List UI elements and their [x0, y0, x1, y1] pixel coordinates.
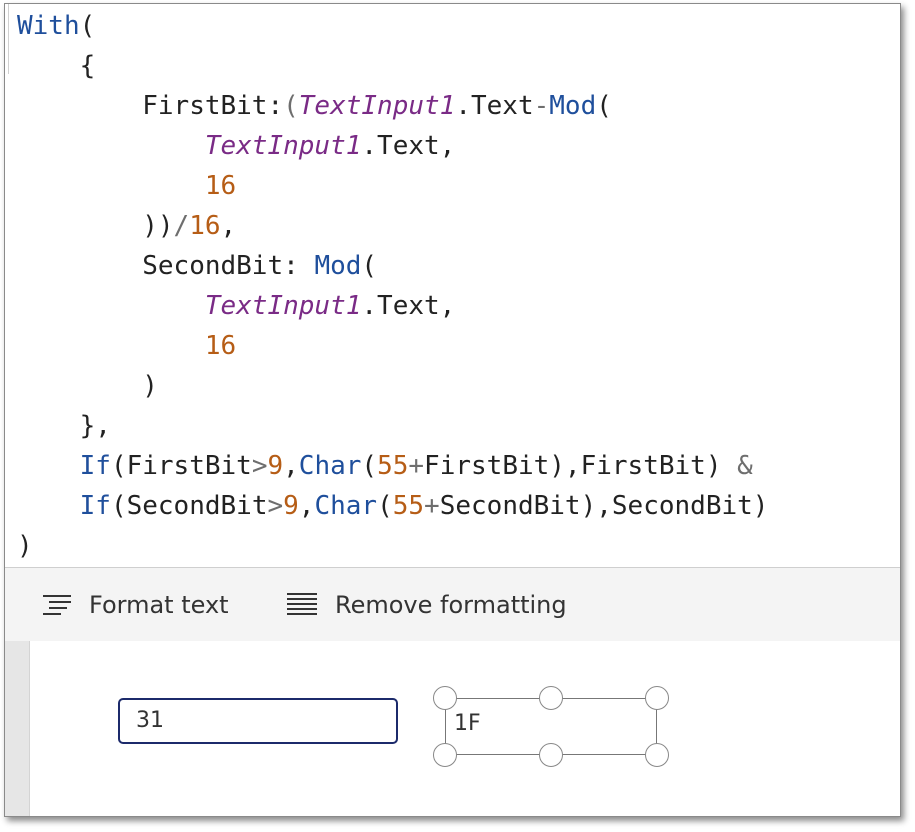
code-token: 16 [189, 211, 221, 241]
code-token: FirstBit [424, 451, 550, 481]
code-token: { [79, 51, 96, 81]
code-token: TextInput1 [298, 91, 456, 121]
remove-formatting-button[interactable]: Remove formatting [285, 586, 567, 624]
code-line-1: With( [17, 6, 900, 46]
code-token: FirstBit [142, 91, 268, 121]
code-token: SecondBit [142, 251, 284, 281]
code-line-13: If(SecondBit>9,Char(55+SecondBit),Second… [79, 491, 769, 521]
code-token: SecondBit [439, 491, 581, 521]
canvas-gutter [5, 641, 30, 816]
scrollbar-stub[interactable] [5, 4, 9, 74]
code-token: If [79, 491, 111, 521]
app-window: With( { FirstBit:(TextInput1.Text-Mod( T… [4, 3, 901, 817]
format-text-button[interactable]: Format text [41, 586, 229, 624]
format-text-label: Format text [89, 591, 229, 619]
code-token: 16 [204, 171, 237, 201]
resize-handle-bottom-center[interactable] [539, 743, 563, 767]
code-line-4: TextInput1.Text, [204, 131, 456, 161]
code-token: Mod [549, 91, 597, 121]
code-token: 9 [267, 451, 284, 481]
code-token: Char [314, 491, 378, 521]
code-line-3: FirstBit:(TextInput1.Text-Mod( [142, 91, 612, 121]
code-line-12: If(FirstBit>9,Char(55+FirstBit),FirstBit… [79, 451, 753, 481]
resize-handle-top-center[interactable] [539, 686, 563, 710]
code-line-5: 16 [17, 166, 900, 206]
code-token: Mod [314, 251, 362, 281]
code-token: & [737, 451, 753, 481]
code-token: ( [79, 11, 96, 41]
formula-toolbar: Format text Remove formatting [5, 567, 900, 643]
code-token: 55 [392, 491, 425, 521]
text-input-control[interactable]: 31 [118, 698, 398, 744]
code-token: TextInput1 [204, 291, 362, 321]
code-line-9: 16 [17, 326, 900, 366]
design-canvas: 31 1F [5, 641, 900, 816]
code-line-8: TextInput1.Text, [204, 291, 456, 321]
code-token: FirstBit [580, 451, 706, 481]
code-token: With [17, 11, 80, 41]
remove-formatting-icon [287, 593, 317, 615]
code-token: FirstBit [126, 451, 252, 481]
code-token: ) [142, 371, 158, 401]
code-line-7: SecondBit: Mod( [142, 251, 378, 281]
code-token: TextInput1 [204, 131, 362, 161]
code-line-10: ) [17, 366, 900, 406]
code-token: If [79, 451, 111, 481]
code-token: }, [79, 411, 111, 441]
code-line-6: ))/16, [17, 211, 237, 241]
code-line-11: }, [17, 406, 900, 446]
code-token: .Text [361, 291, 440, 321]
resize-handle-bottom-right[interactable] [645, 743, 669, 767]
resize-handle-top-left[interactable] [433, 686, 457, 710]
code-token: .Text [361, 131, 440, 161]
resize-handle-top-right[interactable] [645, 686, 669, 710]
code-token: SecondBit [126, 491, 268, 521]
code-token: 16 [204, 331, 237, 361]
code-token: SecondBit [611, 491, 753, 521]
code-token: ( [361, 251, 378, 281]
code-token: 55 [377, 451, 409, 481]
code-token: ( [596, 91, 612, 121]
code-token: .Text [455, 91, 534, 121]
format-text-icon [43, 595, 71, 615]
resize-handle-bottom-left[interactable] [433, 743, 457, 767]
formula-editor[interactable]: With( { FirstBit:(TextInput1.Text-Mod( T… [17, 6, 900, 566]
code-token: Char [298, 451, 362, 481]
code-line-14: ) [17, 526, 900, 566]
remove-formatting-label: Remove formatting [335, 591, 567, 619]
code-token: ) [17, 531, 33, 561]
code-line-2: { [17, 46, 900, 86]
code-token: 9 [283, 491, 299, 521]
